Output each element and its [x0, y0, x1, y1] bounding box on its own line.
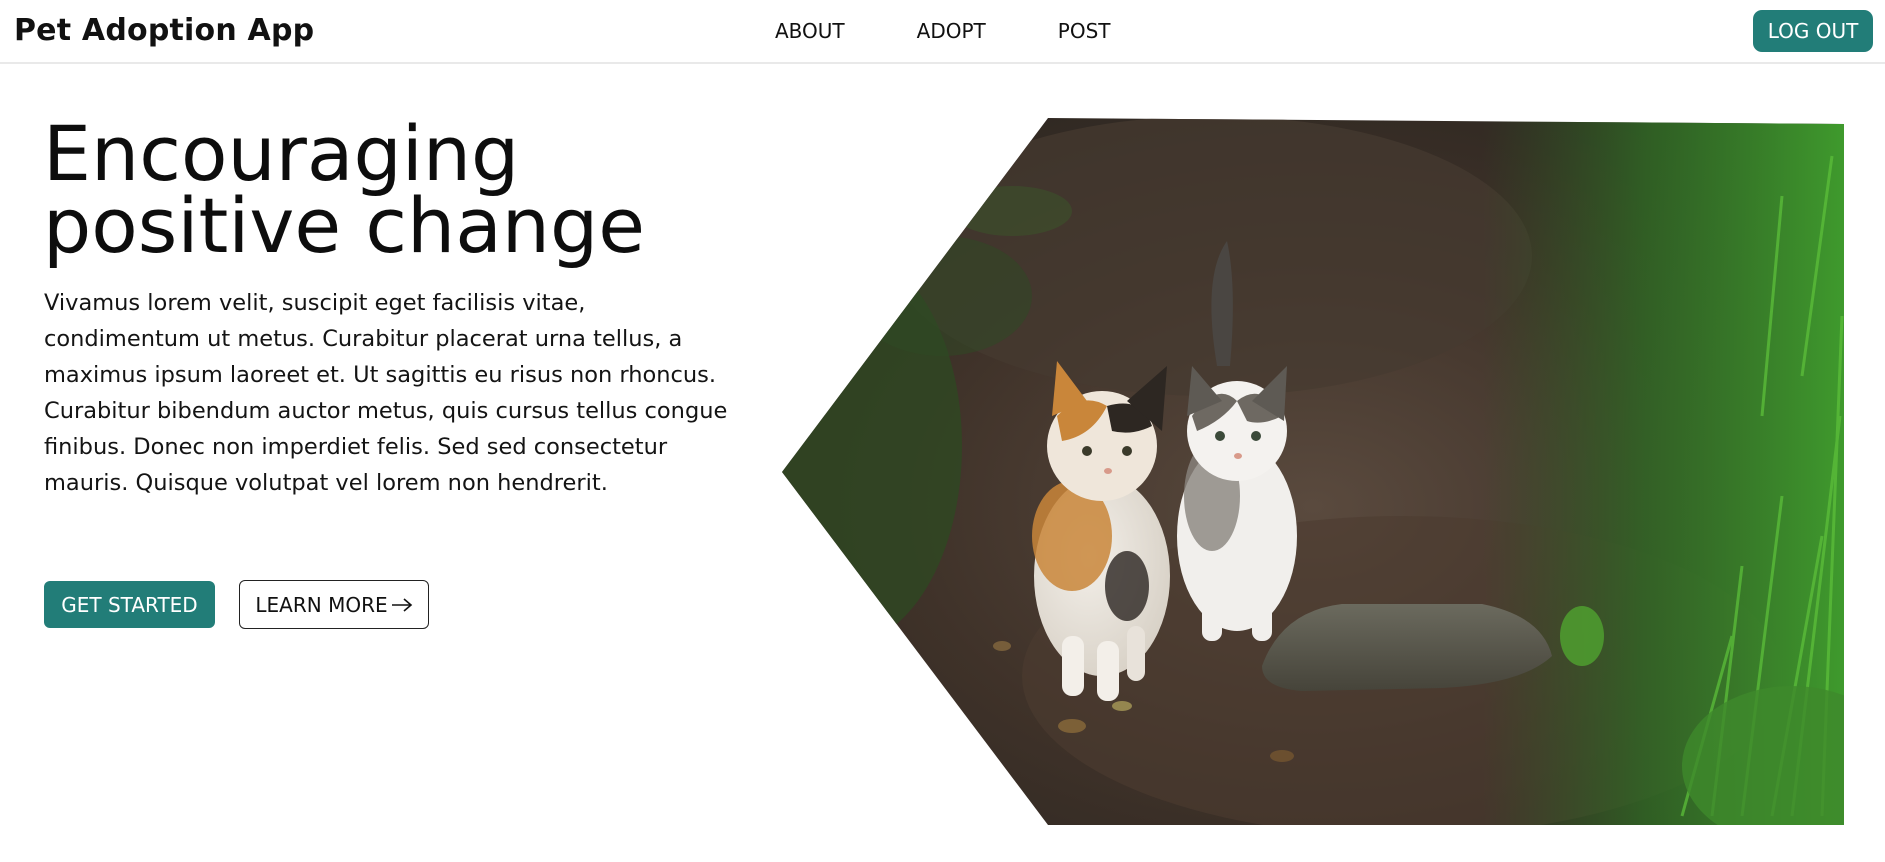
- get-started-button[interactable]: GET STARTED: [44, 581, 215, 628]
- nav-link-post[interactable]: POST: [1058, 19, 1111, 43]
- hero-title: Encouraging positive change: [43, 116, 763, 264]
- logout-button[interactable]: LOG OUT: [1753, 10, 1873, 52]
- brand-title[interactable]: Pet Adoption App: [14, 13, 314, 48]
- learn-more-label: LEARN MORE: [255, 592, 388, 617]
- learn-more-button[interactable]: LEARN MORE: [239, 580, 429, 629]
- arrow-right-icon: [391, 593, 413, 617]
- nav-link-adopt[interactable]: ADOPT: [917, 19, 986, 43]
- hero-description: Vivamus lorem velit, suscipit eget facil…: [44, 290, 728, 496]
- hero-title-line-2: positive change: [43, 181, 645, 270]
- top-navbar: Pet Adoption App ABOUT ADOPT POST LOG OU…: [0, 0, 1885, 64]
- hero-kittens-image: [782, 118, 1844, 825]
- nav-link-about[interactable]: ABOUT: [775, 19, 845, 43]
- main-nav: ABOUT ADOPT POST: [775, 19, 1182, 43]
